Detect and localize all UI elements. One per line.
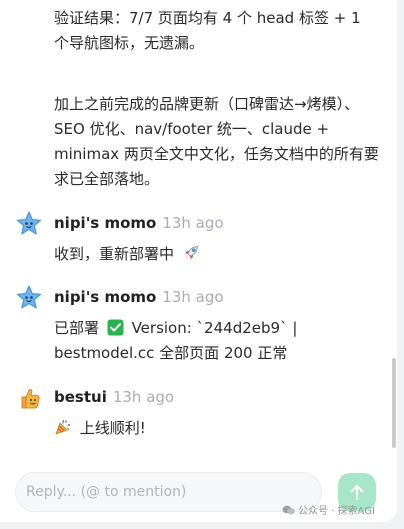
chat-panel: 验证结果：7/7 页面均有 4 个 head 标签 + 1 个导航图标，无遗漏。… [0,0,397,522]
message-author[interactable]: nipi's momo 13h ago [54,287,224,307]
wechat-icon [282,505,295,515]
author-name[interactable]: bestui [54,388,107,406]
message-timestamp: 13h ago [112,388,175,406]
star-avatar-icon[interactable] [15,210,43,238]
star-avatar-icon[interactable] [15,284,43,312]
deploy-status-line: bestmodel.cc 全部页面 200 正常 [54,344,288,362]
watermark-text: 公众号 · 探索AGI [298,506,375,517]
watermark: 公众号 · 探索AGI [282,502,375,517]
deploy-prefix: 已部署 [54,319,100,337]
message-text: 收到，重新部署中 [54,245,175,263]
reply-input[interactable] [26,482,306,502]
author-name[interactable]: nipi's momo [54,214,156,232]
version-text: Version: `244d2eb9` | [131,319,298,337]
arrow-up-icon [350,485,364,500]
check-box-icon [107,319,124,336]
message-timestamp: 13h ago [162,288,224,306]
reply-composer[interactable] [15,472,322,512]
author-name[interactable]: nipi's momo [54,288,156,306]
message-body: 收到，重新部署中 [54,242,374,267]
message-body: 已部署 Version: `244d2eb9` | bestmodel.cc 全… [54,316,374,366]
message-timestamp: 13h ago [162,214,224,232]
message-author[interactable]: bestui 13h ago [54,387,174,407]
summary-line-2: 加上之前完成的品牌更新（口碑雷达→烤模）、SEO 优化、nav/footer 统… [54,95,379,188]
message-body: 上线顺利! [54,416,374,441]
summary-line-1: 验证结果：7/7 页面均有 4 个 head 标签 + 1 个导航图标，无遗漏。 [54,9,361,52]
message-text: 上线顺利! [79,419,146,437]
scrollbar-thumb[interactable] [392,358,396,448]
party-popper-icon [55,419,70,435]
rocket-icon [184,246,198,259]
message-author[interactable]: nipi's momo 13h ago [54,213,224,233]
thumbs-up-avatar-icon[interactable] [15,384,43,412]
window-edge [397,0,404,529]
